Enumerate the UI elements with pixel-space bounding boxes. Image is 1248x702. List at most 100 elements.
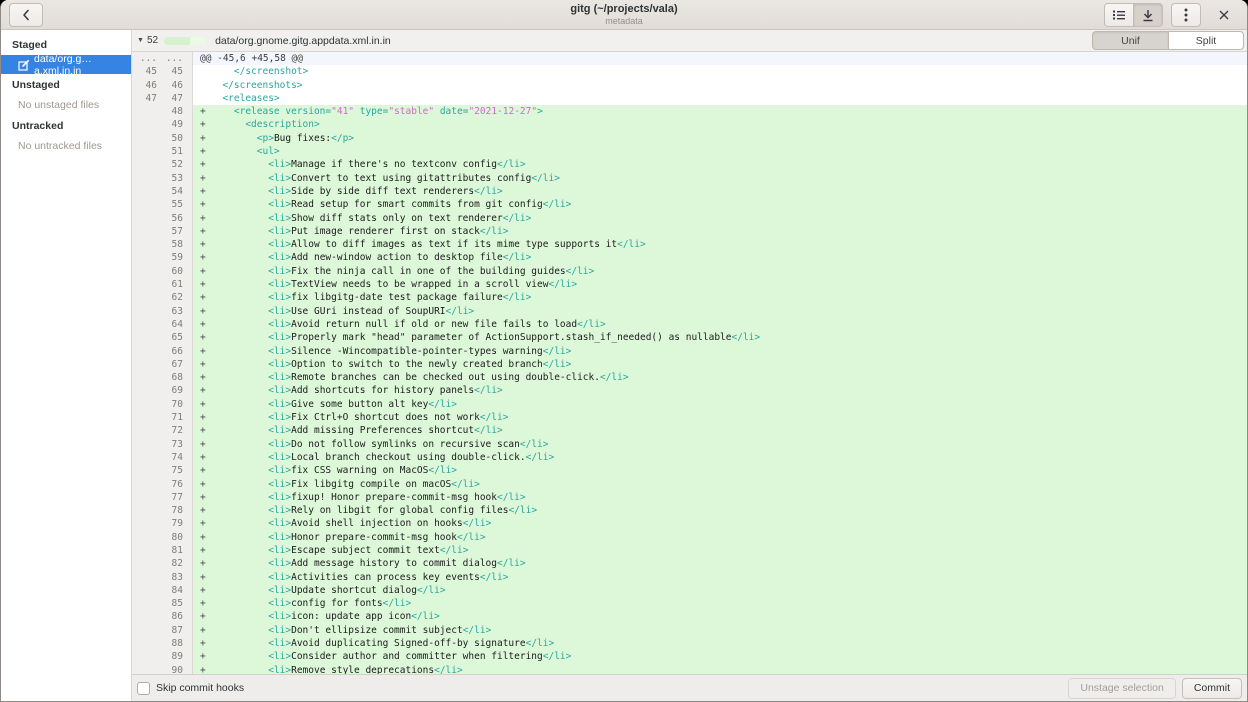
line-number-gutter: 73 xyxy=(132,438,193,451)
old-line-number xyxy=(132,504,157,517)
split-view-button[interactable]: Split xyxy=(1168,31,1244,50)
diff-line[interactable]: 61+ <li>TextView needs to be wrapped in … xyxy=(132,278,1247,291)
diff-line[interactable]: 78+ <li>Rely on libgit for global config… xyxy=(132,504,1247,517)
diff-line[interactable]: 74+ <li>Local branch checkout using doub… xyxy=(132,451,1247,464)
line-content: + <li>Avoid return null if old or new fi… xyxy=(193,318,1247,331)
diff-line[interactable]: 80+ <li>Honor prepare-commit-msg hook</l… xyxy=(132,531,1247,544)
old-line-number xyxy=(132,318,157,331)
new-line-number: 70 xyxy=(157,398,183,411)
close-button[interactable] xyxy=(1209,3,1239,27)
old-line-number xyxy=(132,212,157,225)
diff-line[interactable]: 53+ <li>Convert to text using gitattribu… xyxy=(132,172,1247,185)
line-content: + <li>Add missing Preferences shortcut</… xyxy=(193,424,1247,437)
diff-line[interactable]: 57+ <li>Put image renderer first on stac… xyxy=(132,225,1247,238)
list-view-button[interactable] xyxy=(1104,3,1134,27)
diff-line[interactable]: 77+ <li>fixup! Honor prepare-commit-msg … xyxy=(132,491,1247,504)
line-content: + <li>Use GUri instead of SoupURI</li> xyxy=(193,305,1247,318)
new-line-number: 73 xyxy=(157,438,183,451)
diff-line[interactable]: 75+ <li>fix CSS warning on MacOS</li> xyxy=(132,464,1247,477)
old-line-number xyxy=(132,172,157,185)
diff-line[interactable]: 89+ <li>Consider author and committer wh… xyxy=(132,650,1247,663)
diff-line[interactable]: 79 + <li>Avoid shell injection on hooks</… xyxy=(132,517,1247,530)
diff-line[interactable]: 56+ <li>Show diff stats only on text ren… xyxy=(132,212,1247,225)
window-content: Staged data/org.g…a.xml.in.in Unstaged N… xyxy=(1,30,1247,701)
file-view-button[interactable] xyxy=(1133,3,1163,27)
diff-line[interactable]: 60+ <li>Fix the ninja call in one of the… xyxy=(132,265,1247,278)
diff-line[interactable]: 81+ <li>Escape subject commit text</li> xyxy=(132,544,1247,557)
diff-line[interactable]: 90+ <li>Remove style deprecations</li> xyxy=(132,664,1247,674)
old-line-number xyxy=(132,411,157,424)
menu-button[interactable] xyxy=(1171,3,1201,27)
diff-line[interactable]: 58+ <li>Allow to diff images as text if … xyxy=(132,238,1247,251)
diff-line[interactable]: 73+ <li>Do not follow symlinks on recurs… xyxy=(132,438,1247,451)
expander-triangle-icon[interactable]: ▼ xyxy=(137,37,144,44)
line-content: + <li>Remote branches can be checked out… xyxy=(193,371,1247,384)
new-line-number: 57 xyxy=(157,225,183,238)
diff-line[interactable]: 59+ <li>Add new-window action to desktop… xyxy=(132,251,1247,264)
diff-line[interactable]: 86+ <li>icon: update app icon</li> xyxy=(132,610,1247,623)
new-line-number: 49 xyxy=(157,118,183,131)
line-content: + <li>fix libgitg-date test package fail… xyxy=(193,291,1247,304)
line-content: + <li>Avoid shell injection on hooks</li… xyxy=(193,517,1247,530)
skip-commit-hooks-option[interactable]: Skip commit hooks xyxy=(137,682,244,695)
line-number-gutter: 79 xyxy=(132,517,193,530)
line-number-gutter: 70 xyxy=(132,398,193,411)
diff-line[interactable]: 85+ <li>config for fonts</li> xyxy=(132,597,1247,610)
line-number-gutter: 88 xyxy=(132,637,193,650)
diff-line[interactable]: 65+ <li>Properly mark "head" parameter o… xyxy=(132,331,1247,344)
line-content: + <li>Side by side diff text renderers</… xyxy=(193,185,1247,198)
new-line-number: 79 xyxy=(157,517,183,530)
diff-line[interactable]: 87+ <li>Don't ellipsize commit subject</… xyxy=(132,624,1247,637)
line-content: + <li>icon: update app icon</li> xyxy=(193,610,1247,623)
sidebar: Staged data/org.g…a.xml.in.in Unstaged N… xyxy=(1,30,132,701)
unstage-selection-button[interactable]: Unstage selection xyxy=(1068,678,1175,699)
diff-line[interactable]: 72+ <li>Add missing Preferences shortcut… xyxy=(132,424,1247,437)
back-button[interactable] xyxy=(9,3,43,27)
diff-line[interactable]: 49+ <description> xyxy=(132,118,1247,131)
unified-view-button[interactable]: Unif xyxy=(1092,31,1168,50)
diff-line[interactable]: 88+ <li>Avoid duplicating Signed-off-by … xyxy=(132,637,1247,650)
diff-mode-toggle: Unif Split xyxy=(1092,31,1244,50)
diff-line[interactable]: 4747 <releases> xyxy=(132,92,1247,105)
skip-commit-hooks-checkbox[interactable] xyxy=(137,682,150,695)
line-number-gutter: 49 xyxy=(132,118,193,131)
commit-button[interactable]: Commit xyxy=(1182,678,1242,699)
diff-hunk-header[interactable]: ......@@ -45,6 +45,58 @@ xyxy=(132,52,1247,65)
sidebar-item-staged-file[interactable]: data/org.g…a.xml.in.in xyxy=(1,55,131,74)
diff-line[interactable]: 64+ <li>Avoid return null if old or new … xyxy=(132,318,1247,331)
diff-line[interactable]: 55+ <li>Read setup for smart commits fro… xyxy=(132,198,1247,211)
diff-line[interactable]: 82+ <li>Add message history to commit di… xyxy=(132,557,1247,570)
diff-line[interactable]: 48+ <release version="41" type="stable" … xyxy=(132,105,1247,118)
diff-line[interactable]: 51+ <ul> xyxy=(132,145,1247,158)
line-content: + <p>Bug fixes:</p> xyxy=(193,132,1247,145)
line-content: + <li>Show diff stats only on text rende… xyxy=(193,212,1247,225)
diff-line[interactable]: 54+ <li>Side by side diff text renderers… xyxy=(132,185,1247,198)
diff-line[interactable]: 4646 </screenshots> xyxy=(132,79,1247,92)
diff-line[interactable]: 4545 </screenshot> xyxy=(132,65,1247,78)
line-number-gutter: 53 xyxy=(132,172,193,185)
line-content: + <li>fix CSS warning on MacOS</li> xyxy=(193,464,1247,477)
diff-line[interactable]: 63+ <li>Use GUri instead of SoupURI</li> xyxy=(132,305,1247,318)
diff-line[interactable]: 50+ <p>Bug fixes:</p> xyxy=(132,132,1247,145)
diff-line[interactable]: 68+ <li>Remote branches can be checked o… xyxy=(132,371,1247,384)
diff-lines: ......@@ -45,6 +45,58 @@4545 </screensho… xyxy=(132,52,1247,674)
diff-line[interactable]: 69+ <li>Add shortcuts for history panels… xyxy=(132,384,1247,397)
diff-line[interactable]: 62+ <li>fix libgitg-date test package fa… xyxy=(132,291,1247,304)
diff-line[interactable]: 84+ <li>Update shortcut dialog</li> xyxy=(132,584,1247,597)
edit-pencil-icon xyxy=(18,59,30,71)
old-line-number xyxy=(132,305,157,318)
diff-line[interactable]: 76+ <li>Fix libgitg compile on macOS</li… xyxy=(132,478,1247,491)
diff-line[interactable]: 52+ <li>Manage if there's no textconv co… xyxy=(132,158,1247,171)
view-switch-group xyxy=(1104,3,1163,27)
unstaged-empty-label: No unstaged files xyxy=(1,95,131,115)
old-line-number: 45 xyxy=(132,65,157,78)
old-line-number: ... xyxy=(132,52,157,65)
line-content: + <li>Properly mark "head" parameter of … xyxy=(193,331,1247,344)
diff-line[interactable]: 66+ <li>Silence -Wincompatible-pointer-t… xyxy=(132,345,1247,358)
diff-line[interactable]: 83+ <li>Activities can process key event… xyxy=(132,571,1247,584)
diff-line[interactable]: 67+ <li>Option to switch to the newly cr… xyxy=(132,358,1247,371)
window-title-box: gitg (~/projects/vala) metadata xyxy=(1,2,1247,27)
diff-line[interactable]: 71+ <li>Fix Ctrl+O shortcut does not wor… xyxy=(132,411,1247,424)
diff-line[interactable]: 70+ <li>Give some button alt key</li> xyxy=(132,398,1247,411)
line-number-gutter: 4747 xyxy=(132,92,193,105)
